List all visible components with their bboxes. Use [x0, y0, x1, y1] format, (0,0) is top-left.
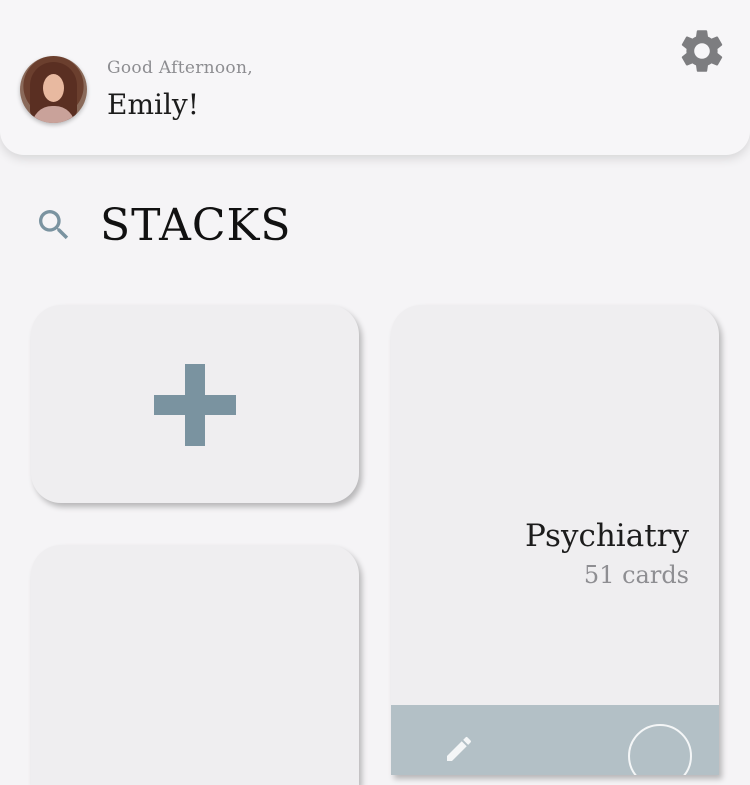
gear-icon[interactable] [676, 25, 728, 77]
stack-card-empty[interactable] [31, 545, 359, 785]
stack-card-count: 51 cards [583, 561, 689, 589]
plus-icon-horizontal[interactable] [154, 395, 236, 415]
search-icon[interactable] [34, 205, 74, 245]
stack-card-footer [391, 705, 719, 775]
avatar[interactable] [20, 56, 87, 123]
stack-name: Psychiatry [525, 518, 689, 554]
greeting-text: Good Afternoon, [107, 58, 253, 78]
edit-icon[interactable] [443, 733, 475, 765]
section-title: STACKS [100, 200, 292, 251]
header-bar: Good Afternoon, Emily! [0, 0, 750, 155]
avatar-face [43, 74, 64, 102]
stack-card-psychiatry[interactable]: Psychiatry 51 cards [391, 305, 719, 775]
user-name: Emily! [107, 88, 199, 121]
